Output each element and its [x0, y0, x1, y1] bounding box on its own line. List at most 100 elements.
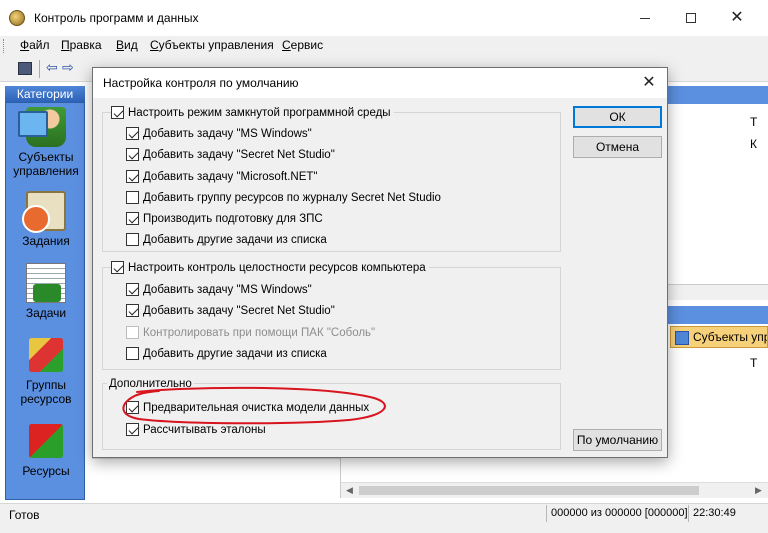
calculate-references[interactable]: Рассчитывать эталоны: [126, 423, 266, 436]
panel-header-strip: [668, 86, 768, 104]
resource-groups-icon: [29, 338, 63, 372]
scroll-left-icon[interactable]: ◀: [346, 485, 353, 496]
checkbox-label: Добавить другие задачи из списка: [143, 233, 327, 246]
category-label: управления: [13, 164, 79, 178]
forward-arrow-icon[interactable]: ⇨: [62, 59, 74, 75]
checkbox[interactable]: [126, 148, 139, 161]
resources-icon: [29, 424, 63, 458]
add-other-tasks-ic[interactable]: Добавить другие задачи из списка: [126, 347, 327, 360]
checkbox-label: Добавить задачу "Microsoft.NET": [143, 170, 318, 183]
panel-header-strip: [668, 306, 768, 324]
checkbox[interactable]: [126, 170, 139, 183]
close-icon: ✕: [730, 9, 744, 26]
menu-edit[interactable]: Правка: [61, 38, 102, 52]
preclean-data-model[interactable]: Предварительная очистка модели данных: [126, 401, 369, 414]
checkbox[interactable]: [126, 423, 139, 436]
column-text: Т: [750, 115, 758, 129]
maximize-icon: [686, 13, 696, 23]
save-icon[interactable]: [18, 62, 32, 75]
checkbox-label: Добавить задачу "MS Windows": [143, 283, 312, 296]
checkbox[interactable]: [126, 304, 139, 317]
toolbar-separator: [39, 60, 40, 78]
tasks-icon: [22, 191, 66, 233]
dialog-close-button[interactable]: ✕: [637, 71, 661, 95]
menu-file[interactable]: Файл: [20, 38, 50, 52]
checkbox[interactable]: [126, 283, 139, 296]
column-text: К: [750, 137, 757, 151]
defaults-button[interactable]: По умолчанию: [573, 429, 662, 451]
menu-bar: Файл Правка Вид Субъекты управления Серв…: [0, 36, 768, 56]
checkbox-label: Производить подготовку для ЗПС: [143, 212, 323, 225]
maximize-button[interactable]: [668, 0, 714, 36]
closed-environment-checkbox[interactable]: Настроить режим замкнутой программной ср…: [111, 106, 394, 119]
integrity-control-checkbox[interactable]: Настроить контроль целостности ресурсов …: [111, 261, 429, 274]
checkbox-label: Добавить задачу "Secret Net Studio": [143, 304, 335, 317]
checkbox[interactable]: [111, 261, 124, 274]
menu-subjects[interactable]: Субъекты управления: [150, 38, 274, 52]
status-text: Готов: [9, 508, 40, 522]
category-label: Задачи: [25, 306, 67, 320]
menu-view[interactable]: Вид: [116, 38, 138, 52]
scrollbar-thumb[interactable]: [359, 486, 699, 495]
menu-grip: [3, 39, 6, 53]
categories-header: Категории: [5, 86, 85, 102]
scroll-right-icon[interactable]: ▶: [755, 485, 762, 496]
column-text: Т: [750, 356, 758, 370]
category-label: Группы: [26, 378, 66, 392]
category-label: Ресурсы: [22, 464, 70, 478]
checkbox[interactable]: [126, 127, 139, 140]
horizontal-scrollbar[interactable]: ◀ ▶: [341, 482, 768, 498]
tree-pane: [92, 458, 340, 500]
default-control-settings-dialog: Настройка контроля по умолчанию ✕ Настро…: [92, 67, 668, 458]
add-other-tasks-zps[interactable]: Добавить другие задачи из списка: [126, 233, 327, 246]
menu-service[interactable]: Сервис: [282, 38, 323, 52]
add-task-secret-net-ic[interactable]: Добавить задачу "Secret Net Studio": [126, 304, 335, 317]
checkbox: [126, 326, 139, 339]
add-task-secret-net-zps[interactable]: Добавить задачу "Secret Net Studio": [126, 148, 335, 161]
add-task-ms-windows-zps[interactable]: Добавить задачу "MS Windows": [126, 127, 312, 140]
close-window-button[interactable]: ✕: [714, 0, 760, 36]
checkbox-label: Добавить другие задачи из списка: [143, 347, 327, 360]
dialog-titlebar: Настройка контроля по умолчанию ✕: [93, 68, 667, 98]
add-task-microsoft-net[interactable]: Добавить задачу "Microsoft.NET": [126, 170, 317, 183]
category-label: Задания: [22, 234, 70, 248]
close-icon: ✕: [642, 74, 656, 91]
cancel-button[interactable]: Отмена: [573, 136, 662, 158]
checkbox-label: Добавить группу ресурсов по журналу Secr…: [143, 191, 441, 204]
tab-subjects[interactable]: Субъекты упр: [670, 326, 768, 348]
category-label: Субъекты: [18, 150, 74, 164]
window-title: Контроль программ и данных: [34, 11, 199, 25]
minimize-button[interactable]: [622, 0, 668, 36]
category-tasks[interactable]: Задания: [6, 191, 86, 248]
category-resources[interactable]: Ресурсы: [6, 421, 86, 478]
back-arrow-icon[interactable]: ⇦: [46, 59, 58, 75]
category-jobs[interactable]: Задачи: [6, 263, 86, 320]
checkbox-label: Рассчитывать эталоны: [143, 423, 266, 436]
add-resource-group-journal[interactable]: Добавить группу ресурсов по журналу Secr…: [126, 191, 441, 204]
app-icon: [9, 10, 25, 26]
checkbox-label: Настроить режим замкнутой программной ср…: [128, 106, 391, 119]
status-bar: Готов 000000 из 000000 [000000] 22:30:49: [0, 503, 768, 533]
checkbox-label: Предварительная очистка модели данных: [143, 401, 370, 414]
add-task-ms-windows-ic[interactable]: Добавить задачу "MS Windows": [126, 283, 312, 296]
checkbox-label: Настроить контроль целостности ресурсов …: [128, 261, 426, 274]
ok-button[interactable]: ОК: [573, 106, 662, 128]
control-sobol: Контролировать при помощи ПАК "Соболь": [126, 326, 375, 339]
checkbox[interactable]: [126, 212, 139, 225]
checkbox[interactable]: [126, 191, 139, 204]
prepare-zps[interactable]: Производить подготовку для ЗПС: [126, 212, 323, 225]
checkbox-label: Добавить задачу "MS Windows": [143, 127, 312, 140]
horizontal-scrollbar[interactable]: [668, 284, 768, 300]
checkbox[interactable]: [126, 347, 139, 360]
status-count: 000000 из 000000 [000000]: [546, 505, 692, 522]
checkbox[interactable]: [111, 106, 124, 119]
category-subjects[interactable]: Субъекты управления: [6, 107, 86, 178]
checkbox-label: Контролировать при помощи ПАК "Соболь": [143, 326, 376, 339]
checkbox[interactable]: [126, 233, 139, 246]
category-resource-groups[interactable]: Группы ресурсов: [6, 335, 86, 406]
additional-group-title: Дополнительно: [107, 378, 194, 390]
users-icon: [18, 107, 66, 147]
minimize-icon: [640, 17, 650, 19]
checkbox[interactable]: [126, 401, 139, 414]
dialog-title: Настройка контроля по умолчанию: [103, 76, 299, 90]
